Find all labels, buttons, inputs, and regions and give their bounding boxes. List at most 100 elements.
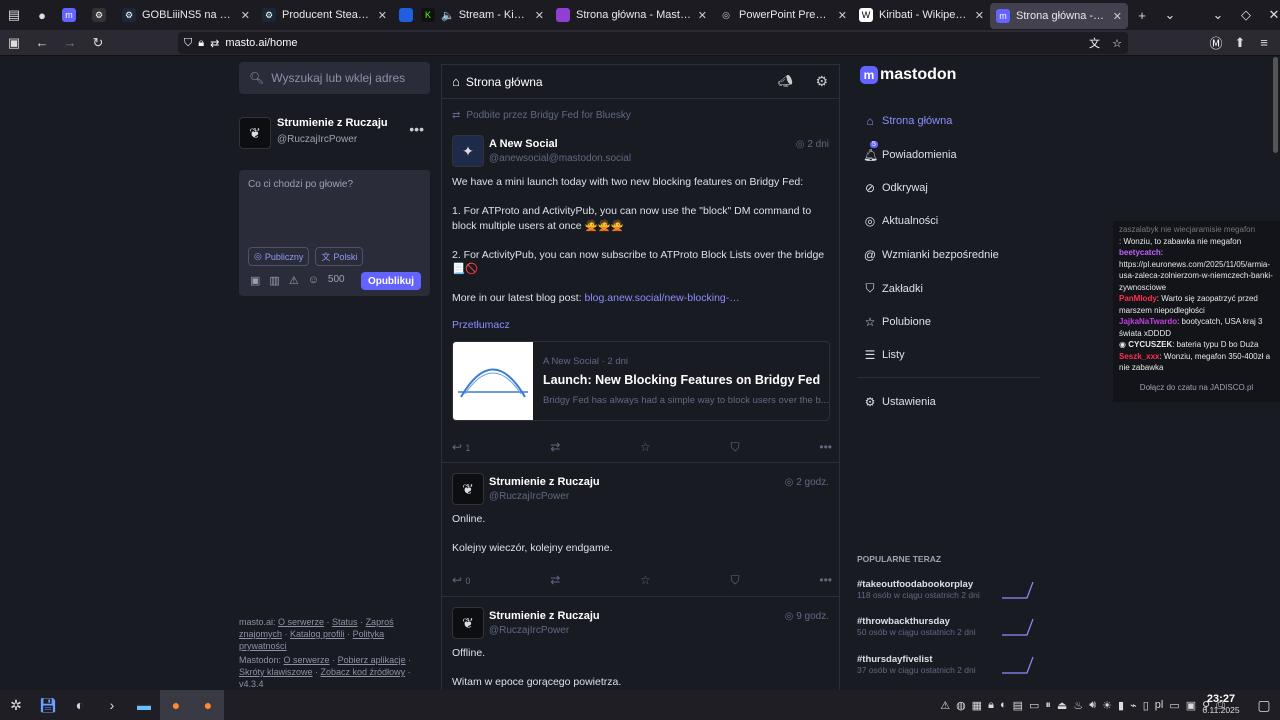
author-name[interactable]: Strumienie z Ruczaju <box>489 476 600 488</box>
volume-icon[interactable]: 🔊︎ <box>1089 699 1096 712</box>
more-button[interactable]: ••• <box>819 440 832 455</box>
close-icon[interactable]: ✕ <box>698 9 707 22</box>
forward-icon[interactable]: → <box>56 28 84 58</box>
media-icon[interactable]: ⏸ <box>1045 699 1051 712</box>
clock[interactable]: 23:27 6.11.2025 <box>1196 693 1246 715</box>
keyboard-layout[interactable]: pl <box>1155 699 1164 711</box>
translate-link[interactable]: Przetłumacz <box>452 319 510 331</box>
translate-icon[interactable]: 文 <box>1089 35 1100 51</box>
nav-home[interactable]: ⌂ Strona główna <box>863 114 952 128</box>
tab-blue[interactable] <box>393 0 415 30</box>
permissions-icon[interactable]: ⇄ <box>210 37 219 50</box>
scrollbar[interactable] <box>1273 57 1278 153</box>
footer-link[interactable]: O serwerze <box>278 617 324 627</box>
favourite-button[interactable]: ☆ <box>640 573 651 588</box>
nav-mentions[interactable]: @ Wzmianki bezpośrednie <box>863 248 999 262</box>
warning-icon[interactable]: ⚠ <box>289 274 299 287</box>
settings-icon[interactable]: ⚙ <box>815 73 828 90</box>
tray-icon[interactable]: ▭ <box>1029 699 1039 712</box>
github-icon[interactable]: ● <box>28 0 56 30</box>
reply-button[interactable]: ↩ 1 <box>452 440 470 455</box>
nav-bookmarks[interactable]: ⛉ Zakładki <box>863 281 922 296</box>
author-name[interactable]: A New Social <box>489 138 558 150</box>
nav-live[interactable]: ◎ Aktualności <box>863 214 939 228</box>
tab-pinned-steam[interactable]: ⚙ <box>86 0 116 30</box>
close-icon[interactable]: ✕ <box>975 9 984 22</box>
terminal-icon[interactable]: › <box>96 690 128 720</box>
author-handle[interactable]: @RuczajIrcPower <box>489 625 569 636</box>
close-icon[interactable]: ✕ <box>378 9 387 22</box>
tab-mastodon-active[interactable]: mStrona główna - Mastod✕ <box>990 3 1128 29</box>
tab-list-icon[interactable]: ▤ <box>0 0 28 30</box>
menu-icon[interactable]: ≡ <box>1250 28 1278 58</box>
avatar[interactable]: ❦ <box>452 607 484 639</box>
url-text[interactable]: masto.ai/home <box>225 37 297 49</box>
bookmark-button[interactable]: ⛉ <box>731 573 740 588</box>
tray-icon[interactable]: ♨ <box>1073 699 1083 712</box>
author-handle[interactable]: @RuczajIrcPower <box>489 491 569 502</box>
announcements-icon[interactable]: 📣︎ <box>778 74 793 88</box>
language-button[interactable]: 文 Polski <box>315 247 364 266</box>
poll-icon[interactable]: ▥ <box>269 274 279 287</box>
save-disk-icon[interactable]: 💾︎ <box>32 690 64 720</box>
footer-link[interactable]: Zobacz kod źródłowy <box>321 667 406 677</box>
tray-icon[interactable]: ⚠ <box>940 699 950 712</box>
boost-button[interactable]: ⇄ <box>550 440 560 455</box>
trending-item[interactable]: #takeoutfoodabookorplay 118 osób w ciągu… <box>857 579 1037 600</box>
tray-icon[interactable]: ▣ <box>1186 699 1196 712</box>
discord-icon[interactable]: ◍ <box>956 699 966 712</box>
steam-icon[interactable]: ◐ <box>1000 699 1007 711</box>
tray-icon[interactable]: ▮ <box>1118 699 1124 712</box>
steam-icon[interactable]: ◐ <box>64 690 96 720</box>
close-window-icon[interactable]: ✕ <box>1260 0 1280 30</box>
dropdown-icon[interactable]: ⌄ <box>1204 0 1232 30</box>
tab-powerpoint[interactable]: ◎PowerPoint Presentatio✕ <box>713 0 853 30</box>
link-card[interactable]: A New Social · 2 dni Launch: New Blockin… <box>452 341 830 421</box>
tab-steam-dev[interactable]: ⚙Producent Steam: Schm✕ <box>256 0 393 30</box>
boost-button[interactable]: ⇄ <box>550 573 560 588</box>
firefox-icon[interactable]: ● <box>160 690 192 720</box>
more-icon[interactable]: ••• <box>409 121 424 137</box>
blog-link[interactable]: blog.anew.social/new-blocking-… <box>585 292 740 304</box>
visibility-button[interactable]: ◎ Publiczny <box>248 247 310 266</box>
publish-button[interactable]: Opublikuj <box>361 272 421 290</box>
network-icon[interactable]: ⌁ <box>1130 699 1137 712</box>
footer-link[interactable]: O serwerze <box>284 655 330 665</box>
profile-handle[interactable]: @RuczajIrcPower <box>277 134 357 145</box>
tab-kick[interactable]: K🔈Stream - Kick Dashbo✕ <box>415 0 550 30</box>
bookmark-star-icon[interactable]: ☆ <box>1112 37 1122 50</box>
lock-icon[interactable]: 🔒︎ <box>988 699 994 712</box>
brightness-icon[interactable]: ☀ <box>1102 699 1112 712</box>
tab-pinned-mastodon[interactable]: m <box>56 0 86 30</box>
status-time[interactable]: ◎ 2 godz. <box>785 477 829 488</box>
nav-notifications[interactable]: 🔔︎ 5 Powiadomienia <box>863 141 957 162</box>
back-icon[interactable]: ← <box>28 28 56 58</box>
chat-join-link[interactable]: Dołącz do czatu na JADISCO.pl <box>1119 382 1274 394</box>
tray-icon[interactable]: ▦ <box>972 699 982 712</box>
media-icon[interactable]: ▣ <box>250 274 260 287</box>
close-icon[interactable]: ✕ <box>535 9 544 22</box>
new-tab-icon[interactable]: + <box>1128 0 1156 30</box>
reply-button[interactable]: ↩ 0 <box>452 573 470 588</box>
address-bar[interactable]: ⛉ 🔒︎ ⇄ masto.ai/home 文 ☆ <box>178 32 1128 54</box>
close-icon[interactable]: ✕ <box>838 9 847 22</box>
sidebar-toggle-icon[interactable]: ▣ <box>0 28 28 58</box>
clipboard-icon[interactable]: ▤ <box>1013 699 1023 712</box>
bookmark-button[interactable]: ⛉ <box>731 440 740 455</box>
close-icon[interactable]: ✕ <box>1113 10 1122 23</box>
tray-icon[interactable]: ⏏ <box>1057 699 1067 712</box>
firefox-icon[interactable]: ● <box>192 690 224 720</box>
lock-icon[interactable]: 🔒︎ <box>198 37 204 50</box>
extension-icon[interactable]: ◇ <box>1232 0 1260 30</box>
mastodon-logo[interactable]: m mastodon <box>860 66 956 84</box>
shield-icon[interactable]: ⛉ <box>184 37 192 50</box>
more-button[interactable]: ••• <box>819 573 832 588</box>
nav-lists[interactable]: ☰ Listy <box>863 348 905 362</box>
search-input[interactable]: 🔍︎ Wyszukaj lub wklej adres <box>239 62 430 94</box>
footer-link[interactable]: Pobierz aplikacje <box>338 655 406 665</box>
file-manager-icon[interactable]: ▬ <box>128 690 160 720</box>
profile-name[interactable]: Strumienie z Ruczaju <box>277 117 388 129</box>
author-handle[interactable]: @anewsocial@mastodon.social <box>489 153 631 164</box>
status-time[interactable]: ◎ 9 godz. <box>785 611 829 622</box>
avatar[interactable]: ❦ <box>239 117 271 149</box>
